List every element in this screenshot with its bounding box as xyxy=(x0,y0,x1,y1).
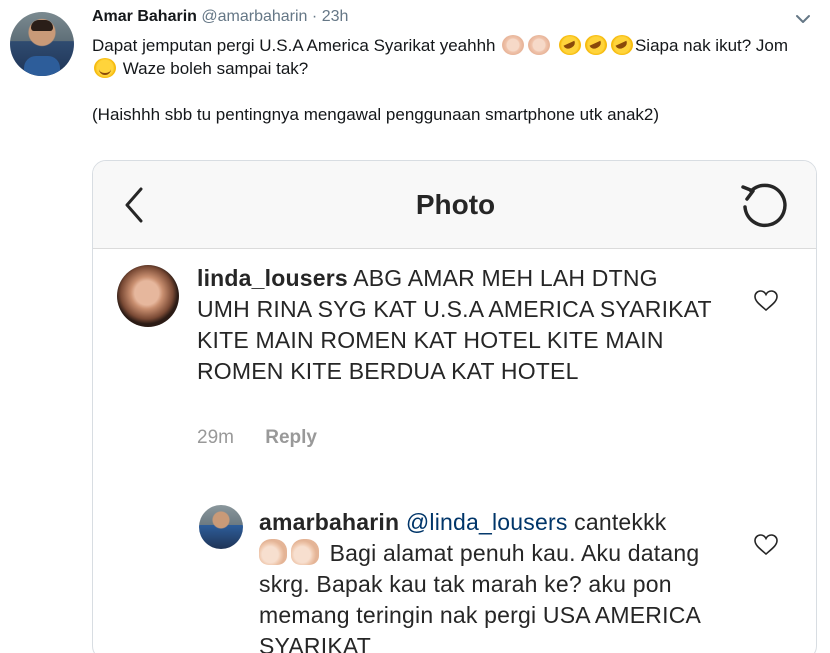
rofl-icon xyxy=(610,35,633,55)
reply-text: Bagi alamat penuh kau. Aku datang skrg. … xyxy=(259,540,700,653)
refresh-icon[interactable] xyxy=(737,181,789,229)
comment-2: amarbaharin @linda_lousers cantekkk Bagi… xyxy=(259,507,729,653)
avatar-shirt xyxy=(24,56,60,76)
reply-username[interactable]: amarbaharin xyxy=(259,509,399,535)
tweet-text-line2: (Haishhh sbb tu pentingnya mengawal peng… xyxy=(92,105,660,124)
tweet-header: Amar Baharin @amarbaharin · 23h xyxy=(92,8,348,26)
reply-avatar[interactable] xyxy=(199,505,243,549)
comment-time: 29m xyxy=(197,427,234,448)
header-separator: · xyxy=(311,8,318,25)
rofl-icon xyxy=(558,35,581,55)
heart-icon[interactable] xyxy=(753,533,779,557)
tweet-text: Dapat jemputan pergi U.S.A America Syari… xyxy=(92,34,812,126)
clapping-hands-icon xyxy=(528,35,551,55)
comment-1: linda_lousers ABG AMAR MEH LAH DTNG UMH … xyxy=(197,263,717,387)
commenter-avatar[interactable] xyxy=(117,265,179,327)
thumbs-up-icon xyxy=(291,539,319,565)
tweet-text-part2: Siapa nak ikut? Jom xyxy=(634,36,789,55)
author-handle[interactable]: @amarbaharin xyxy=(201,8,307,25)
avatar-hair xyxy=(31,20,53,31)
comment-meta: 29m Reply xyxy=(197,427,317,449)
rofl-icon xyxy=(584,35,607,55)
comment-username[interactable]: linda_lousers xyxy=(197,265,348,291)
chevron-down-icon[interactable] xyxy=(794,10,812,28)
tweet-text-part1: Dapat jemputan pergi U.S.A America Syari… xyxy=(92,36,501,55)
author-avatar[interactable] xyxy=(10,12,74,76)
photo-header-bar: Photo xyxy=(93,161,816,249)
reply-button[interactable]: Reply xyxy=(265,427,317,448)
reply-mention[interactable]: @linda_lousers xyxy=(406,509,568,535)
author-name[interactable]: Amar Baharin xyxy=(92,8,197,25)
reply-text-lead: cantekkk xyxy=(574,509,667,535)
clapping-hands-icon xyxy=(502,35,525,55)
smiling-face-icon xyxy=(94,58,116,78)
thumbs-up-icon xyxy=(259,539,287,565)
photo-title: Photo xyxy=(415,189,496,220)
heart-icon[interactable] xyxy=(753,289,779,313)
tweet-text-part3: Waze boleh sampai tak? xyxy=(118,59,309,78)
tweet-time[interactable]: 23h xyxy=(322,8,349,25)
attached-photo[interactable]: Photo linda_lousers ABG AMAR MEH LAH DTN… xyxy=(92,160,817,653)
